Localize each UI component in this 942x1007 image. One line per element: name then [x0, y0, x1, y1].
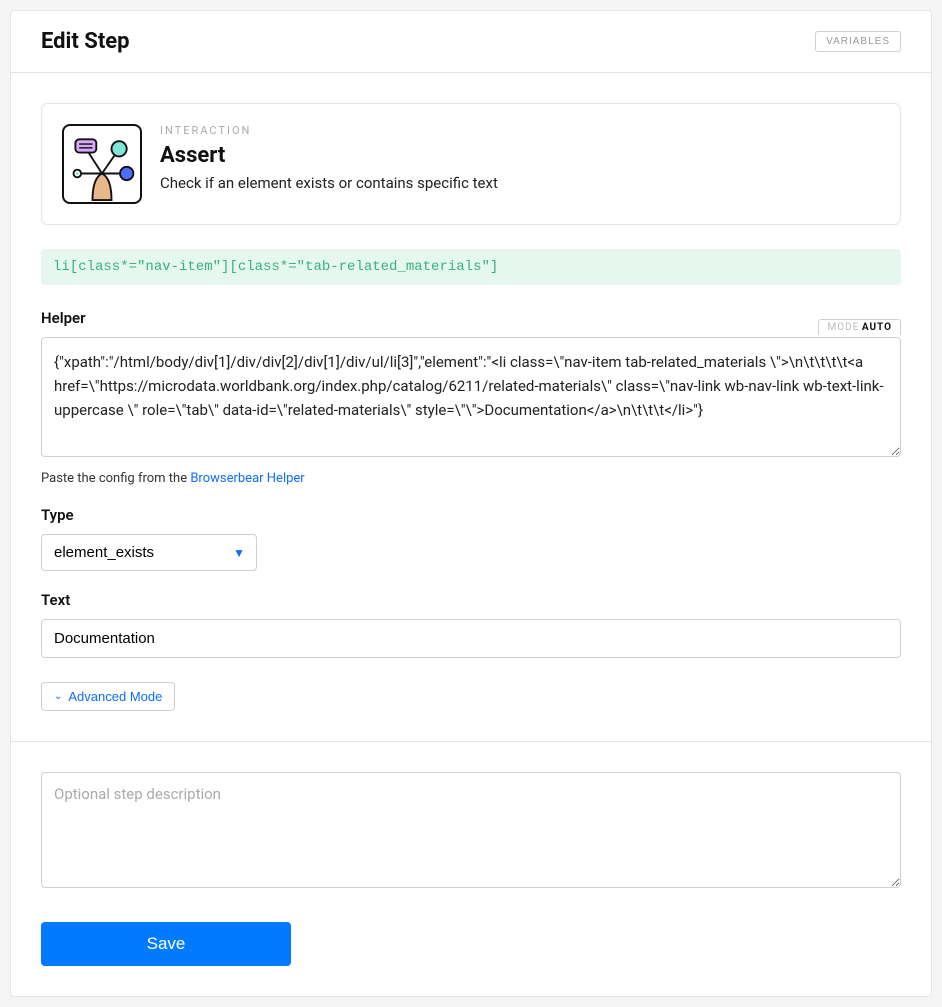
advanced-mode-button[interactable]: ⌄ Advanced Mode — [41, 682, 175, 711]
advanced-mode-label: Advanced Mode — [68, 689, 162, 704]
type-select-wrap: element_exists ▼ — [41, 534, 257, 571]
text-label: Text — [41, 591, 901, 609]
divider — [11, 741, 931, 742]
helper-label: Helper — [41, 309, 901, 327]
interaction-overline: INTERACTION — [160, 124, 498, 137]
mode-badge[interactable]: MODE AUTO — [818, 319, 901, 335]
type-label: Type — [41, 506, 901, 524]
helper-input[interactable] — [41, 337, 901, 457]
card-header: Edit Step VARIABLES — [11, 11, 931, 73]
interaction-summary: INTERACTION Assert Check if an element e… — [41, 103, 901, 225]
card-body: INTERACTION Assert Check if an element e… — [11, 73, 931, 996]
interaction-description: Check if an element exists or contains s… — [160, 174, 498, 192]
chevron-down-icon: ⌄ — [54, 691, 62, 702]
edit-step-card: Edit Step VARIABLES — [10, 10, 932, 997]
mode-label: MODE — [827, 322, 859, 333]
text-input[interactable] — [41, 619, 901, 658]
assert-icon — [62, 124, 142, 204]
interaction-title: Assert — [160, 143, 498, 168]
page-title: Edit Step — [41, 29, 130, 54]
browserbear-helper-link[interactable]: Browserbear Helper — [190, 471, 304, 486]
helper-hint: Paste the config from the Browserbear He… — [41, 471, 901, 486]
helper-wrapper: MODE AUTO — [41, 337, 901, 461]
type-select[interactable]: element_exists — [41, 534, 257, 571]
interaction-text: INTERACTION Assert Check if an element e… — [160, 124, 498, 204]
description-input[interactable] — [41, 772, 901, 888]
mode-value: AUTO — [862, 322, 892, 333]
variables-button[interactable]: VARIABLES — [815, 31, 901, 52]
css-selector-display: li[class*="nav-item"][class*="tab-relate… — [41, 249, 901, 285]
save-button[interactable]: Save — [41, 922, 291, 966]
helper-hint-text: Paste the config from the — [41, 471, 190, 486]
